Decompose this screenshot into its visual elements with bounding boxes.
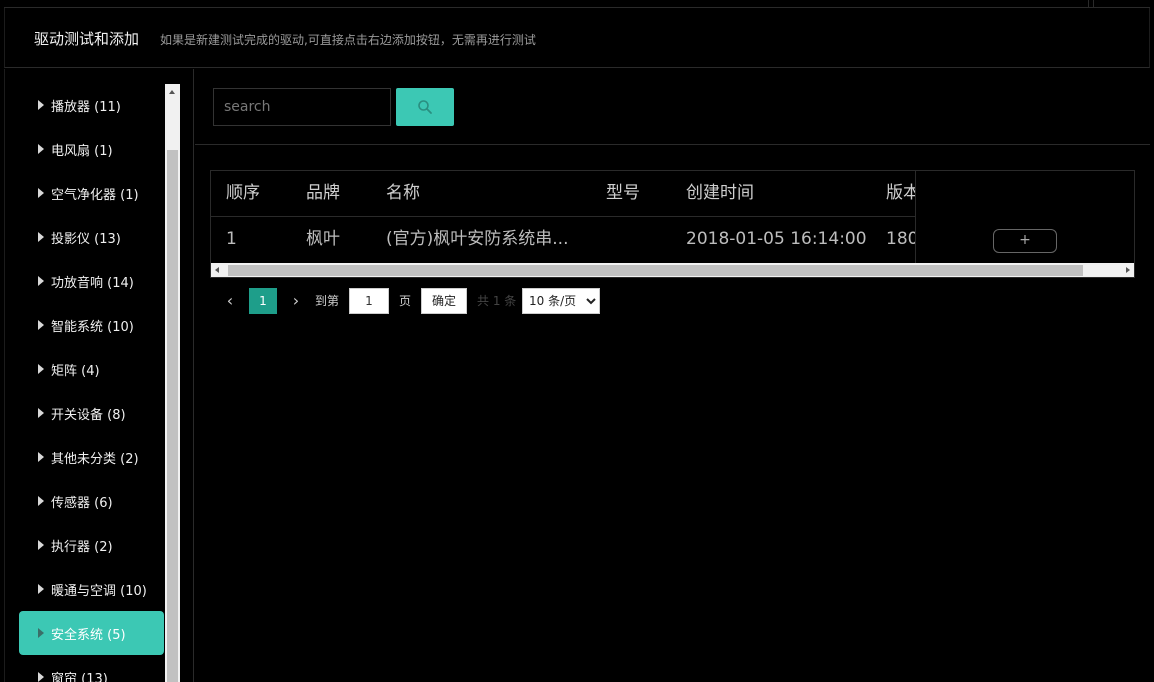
column-header-order: 顺序 xyxy=(226,183,260,203)
column-header-brand: 品牌 xyxy=(306,183,340,203)
caret-right-icon xyxy=(38,144,44,154)
category-list: 播放器 (11) 电风扇 (1) 空气净化器 (1) 投影仪 (13) 功放音响… xyxy=(19,83,164,682)
page-number-current[interactable]: 1 xyxy=(249,288,277,314)
scroll-left-arrow-icon[interactable] xyxy=(215,267,219,273)
category-label: 投影仪 (13) xyxy=(51,231,121,247)
category-item-hvac[interactable]: 暖通与空调 (10) xyxy=(19,567,164,611)
goto-confirm-button[interactable]: 确定 xyxy=(421,288,467,314)
caret-right-icon xyxy=(38,408,44,418)
category-item-projector[interactable]: 投影仪 (13) xyxy=(19,215,164,259)
total-count: 共 1 条 xyxy=(477,294,517,308)
add-driver-button[interactable]: + xyxy=(993,229,1057,253)
category-item-player[interactable]: 播放器 (11) xyxy=(19,83,164,127)
caret-right-icon xyxy=(38,232,44,242)
caret-right-icon xyxy=(38,364,44,374)
category-label: 其他未分类 (2) xyxy=(51,451,139,467)
main-content: 顺序 品牌 名称 型号 创建时间 版本 1 枫叶 (官方)枫叶安防系统串... … xyxy=(195,69,1150,682)
page-subtitle: 如果是新建测试完成的驱动,可直接点击右边添加按钮，无需再进行测试 xyxy=(160,33,536,47)
column-header-model: 型号 xyxy=(606,183,640,203)
category-item-air-purifier[interactable]: 空气净化器 (1) xyxy=(19,171,164,215)
page-header: 驱动测试和添加 如果是新建测试完成的驱动,可直接点击右边添加按钮，无需再进行测试 xyxy=(4,8,1150,68)
category-item-switch-device[interactable]: 开关设备 (8) xyxy=(19,391,164,435)
fixed-action-column: + xyxy=(915,171,1134,264)
scrollbar-thumb[interactable] xyxy=(228,265,1083,276)
category-label: 电风扇 (1) xyxy=(51,143,113,159)
category-item-actuator[interactable]: 执行器 (2) xyxy=(19,523,164,567)
divider xyxy=(1093,0,1094,7)
search-input[interactable] xyxy=(213,88,391,126)
search-icon xyxy=(418,100,432,114)
caret-right-icon xyxy=(38,584,44,594)
search-button[interactable] xyxy=(396,88,454,126)
page-size-select[interactable]: 10 条/页 xyxy=(522,288,600,314)
category-label: 空气净化器 (1) xyxy=(51,187,139,203)
divider xyxy=(195,144,1150,145)
scroll-up-arrow-icon[interactable] xyxy=(165,84,180,101)
caret-right-icon xyxy=(38,628,44,638)
category-label: 暖通与空调 (10) xyxy=(51,583,147,599)
category-label: 播放器 (11) xyxy=(51,99,121,115)
caret-right-icon xyxy=(38,452,44,462)
column-header-created: 创建时间 xyxy=(686,183,754,203)
category-item-matrix[interactable]: 矩阵 (4) xyxy=(19,347,164,391)
category-item-amplifier[interactable]: 功放音响 (14) xyxy=(19,259,164,303)
caret-right-icon xyxy=(38,540,44,550)
goto-page-input[interactable] xyxy=(349,288,389,314)
category-item-security-system[interactable]: 安全系统 (5) xyxy=(19,611,164,655)
category-label: 功放音响 (14) xyxy=(51,275,134,291)
category-label: 执行器 (2) xyxy=(51,539,113,555)
table-horizontal-scrollbar[interactable] xyxy=(211,263,1134,277)
category-item-smart-system[interactable]: 智能系统 (10) xyxy=(19,303,164,347)
caret-right-icon xyxy=(38,100,44,110)
category-label: 矩阵 (4) xyxy=(51,363,100,379)
cell-created: 2018-01-05 16:14:00 xyxy=(686,229,867,249)
prev-page-button[interactable]: ‹ xyxy=(220,288,240,314)
cell-name: (官方)枫叶安防系统串... xyxy=(386,229,569,249)
category-item-uncategorized[interactable]: 其他未分类 (2) xyxy=(19,435,164,479)
page-unit-label: 页 xyxy=(399,294,412,308)
cell-version: 180 xyxy=(886,229,919,249)
category-sidebar: 播放器 (11) 电风扇 (1) 空气净化器 (1) 投影仪 (13) 功放音响… xyxy=(4,69,194,682)
caret-right-icon xyxy=(38,672,44,682)
category-label: 安全系统 (5) xyxy=(51,627,126,643)
category-label: 传感器 (6) xyxy=(51,495,113,511)
pagination: ‹ 1 › 到第 页 确定 共 1 条 10 条/页 xyxy=(210,288,810,314)
divider xyxy=(1088,0,1089,7)
scrollbar-thumb[interactable] xyxy=(167,150,178,682)
category-item-curtain[interactable]: 窗帘 (13) xyxy=(19,655,164,682)
category-item-sensor[interactable]: 传感器 (6) xyxy=(19,479,164,523)
scroll-right-arrow-icon[interactable] xyxy=(1126,267,1130,273)
sidebar-scrollbar[interactable] xyxy=(165,84,180,682)
caret-right-icon xyxy=(38,320,44,330)
cell-brand: 枫叶 xyxy=(306,229,340,249)
caret-right-icon xyxy=(38,276,44,286)
column-header-name: 名称 xyxy=(386,183,420,203)
category-label: 开关设备 (8) xyxy=(51,407,126,423)
caret-right-icon xyxy=(38,496,44,506)
cell-order: 1 xyxy=(226,229,237,249)
page-title: 驱动测试和添加 xyxy=(34,30,140,48)
category-item-fan[interactable]: 电风扇 (1) xyxy=(19,127,164,171)
category-label: 窗帘 (13) xyxy=(51,671,108,682)
driver-table: 顺序 品牌 名称 型号 创建时间 版本 1 枫叶 (官方)枫叶安防系统串... … xyxy=(210,170,1135,278)
next-page-button[interactable]: › xyxy=(286,288,306,314)
category-label: 智能系统 (10) xyxy=(51,319,134,335)
caret-right-icon xyxy=(38,188,44,198)
goto-label: 到第 xyxy=(315,294,340,308)
top-strip xyxy=(4,0,1150,8)
